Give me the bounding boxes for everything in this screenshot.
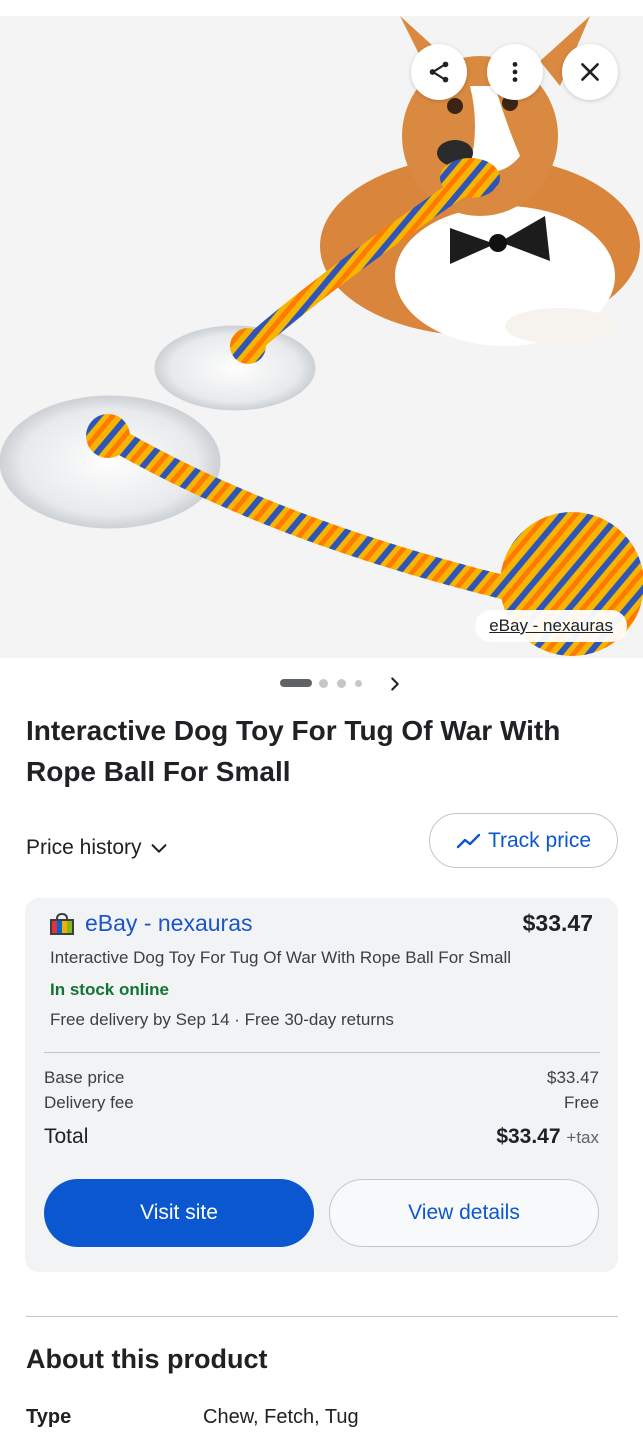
total-label: Total [44, 1125, 89, 1148]
more-options-button[interactable] [487, 44, 543, 100]
base-price-label: Base price [44, 1068, 125, 1087]
offer-card: eBay - nexauras $33.47 Interactive Dog T… [25, 898, 618, 1272]
delivery-fee-label: Delivery fee [44, 1093, 134, 1112]
delivery-info: Free delivery by Sep 14 · Free 30-day re… [50, 1010, 394, 1029]
carousel-dot-active[interactable] [280, 679, 312, 687]
base-price-value: $33.47 [547, 1068, 599, 1087]
merchant-name: eBay - nexauras [85, 910, 253, 936]
product-photo [0, 16, 643, 658]
carousel-dot[interactable] [355, 680, 362, 687]
share-icon [429, 61, 449, 83]
tax-suffix: +tax [566, 1128, 599, 1147]
track-price-label: Track price [487, 828, 592, 852]
offer-description: Interactive Dog Toy For Tug Of War With … [50, 948, 512, 967]
chevron-right-icon[interactable] [384, 673, 406, 695]
image-source-link[interactable]: eBay - nexauras [475, 610, 627, 642]
carousel-dot[interactable] [337, 679, 346, 688]
carousel-indicator [0, 672, 643, 696]
ebay-store-icon [50, 912, 74, 935]
delivery-fee-value: Free [564, 1093, 599, 1112]
offer-price: $33.47 [522, 910, 593, 936]
divider [44, 1052, 600, 1053]
close-icon [581, 63, 599, 81]
merchant-link[interactable]: eBay - nexauras [49, 910, 252, 937]
share-button[interactable] [411, 44, 467, 100]
attribute-value: Chew, Fetch, Tug [203, 1406, 359, 1428]
track-price-button[interactable]: Track price [429, 813, 618, 868]
stock-status: In stock online [50, 980, 170, 999]
total-value: $33.47 +tax [496, 1125, 599, 1149]
view-details-button[interactable]: View details [329, 1179, 599, 1247]
product-image[interactable]: eBay - nexauras [0, 16, 643, 658]
carousel-dot[interactable] [319, 679, 328, 688]
close-button[interactable] [562, 44, 618, 100]
more-vert-icon [512, 62, 518, 82]
total-amount: $33.47 [496, 1125, 561, 1148]
price-history-toggle[interactable]: Price history [26, 836, 170, 860]
product-title: Interactive Dog Toy For Tug Of War With … [26, 715, 561, 787]
trending-up-icon [456, 833, 481, 848]
chevron-down-icon [151, 844, 166, 853]
about-section-title: About this product [26, 1344, 268, 1374]
visit-site-button[interactable]: Visit site [44, 1179, 314, 1247]
attribute-label: Type [26, 1406, 72, 1428]
price-history-label: Price history [26, 836, 142, 859]
section-divider [26, 1316, 618, 1317]
status-strip [0, 0, 643, 16]
